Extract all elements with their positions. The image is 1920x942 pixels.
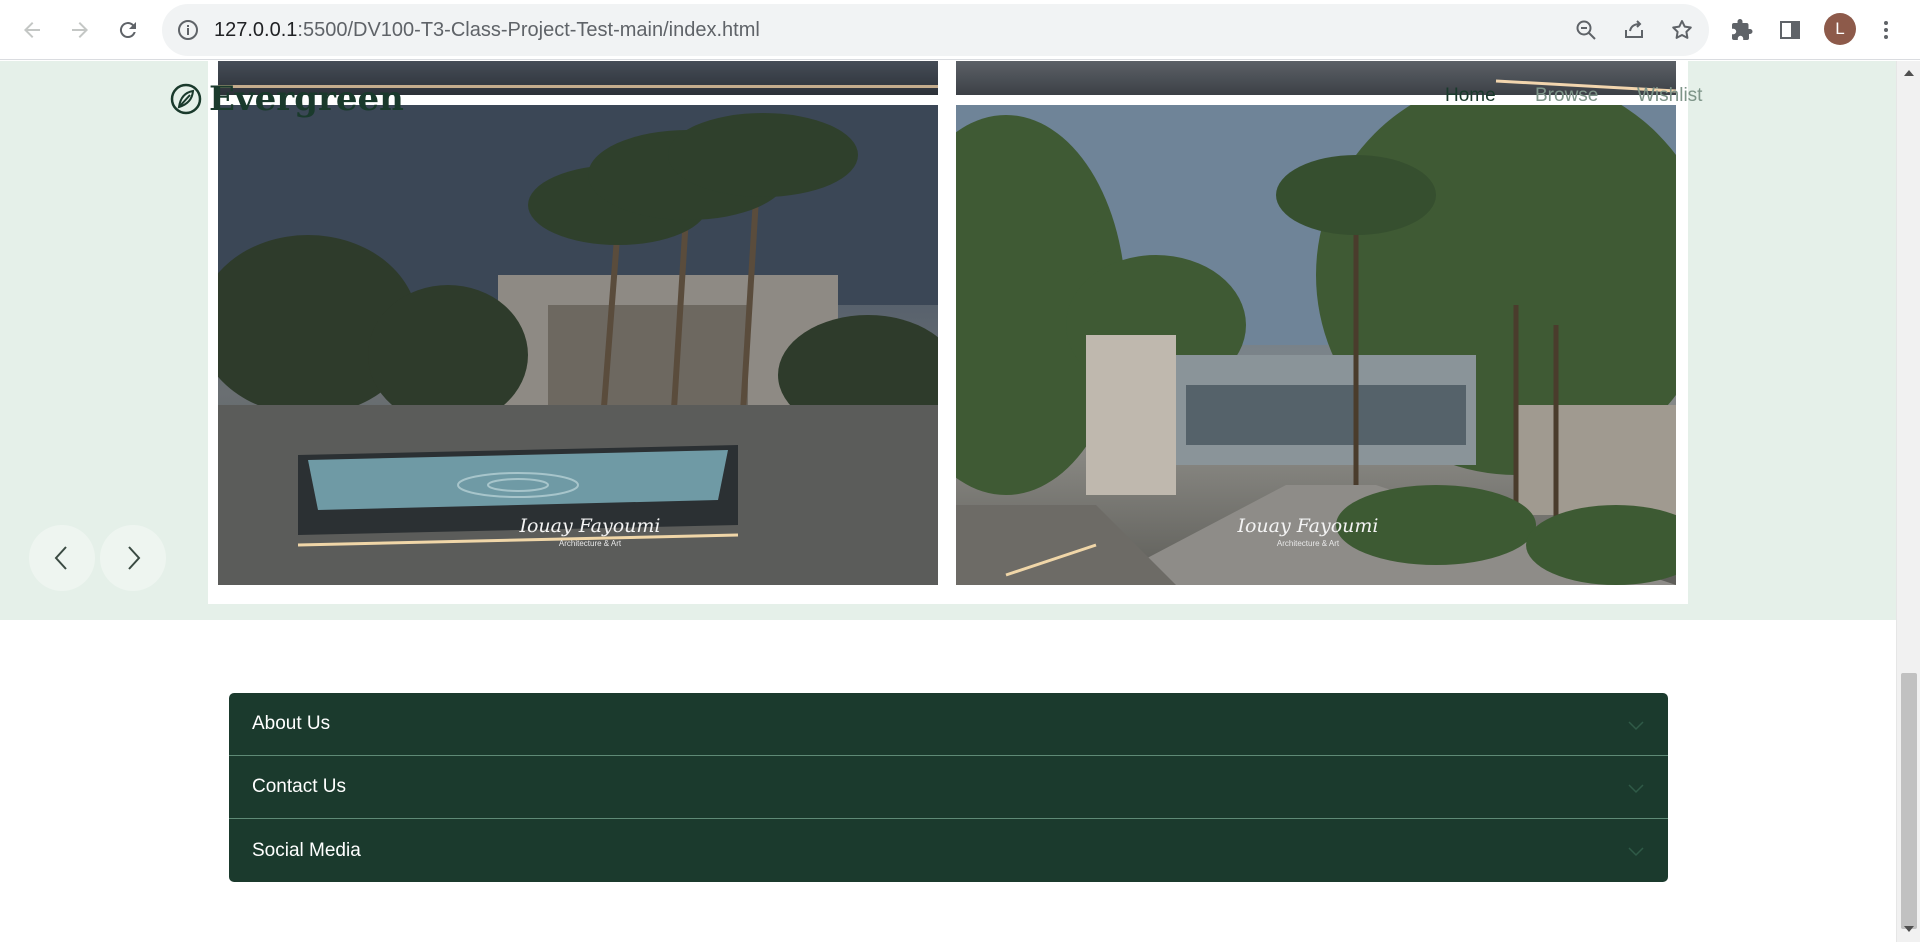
- accordion-item-social-media[interactable]: Social Media: [229, 819, 1668, 882]
- scroll-up-icon[interactable]: [1903, 67, 1915, 79]
- more-icon: [1884, 21, 1888, 39]
- profile-avatar[interactable]: L: [1824, 13, 1856, 45]
- accordion-label: About Us: [252, 713, 331, 734]
- reload-button[interactable]: [108, 10, 148, 50]
- page-viewport: Iouay Fayoumi Architecture & Art Iouay F…: [0, 61, 1896, 942]
- brand-name: Evergreen: [209, 79, 404, 119]
- more-menu-button[interactable]: [1872, 16, 1900, 44]
- gallery-image-pool: Iouay Fayoumi Architecture & Art: [218, 105, 938, 585]
- browser-toolbar: 127.0.0.1:5500/DV100-T3-Class-Project-Te…: [0, 0, 1920, 60]
- chevron-down-icon: [1628, 784, 1644, 794]
- site-logo[interactable]: Evergreen: [169, 79, 404, 119]
- star-icon[interactable]: [1670, 18, 1694, 42]
- leaf-logo-icon: [170, 83, 202, 115]
- back-icon: [24, 22, 40, 38]
- image-gallery: Iouay Fayoumi Architecture & Art Iouay F…: [208, 61, 1688, 604]
- carousel-next-button[interactable]: [100, 525, 166, 591]
- accordion-label: Social Media: [252, 839, 361, 861]
- chevron-down-icon: [1628, 721, 1644, 731]
- watermark-signature: Iouay Fayoumi Architecture & Art: [519, 515, 661, 548]
- nav-link-wishlist[interactable]: Wishlist: [1637, 85, 1702, 107]
- nav-link-home[interactable]: Home: [1445, 85, 1496, 107]
- carousel-prev-button[interactable]: [29, 525, 95, 591]
- forward-icon: [72, 22, 88, 38]
- side-panel-button[interactable]: [1776, 16, 1804, 44]
- url-text: 127.0.0.1:5500/DV100-T3-Class-Project-Te…: [214, 19, 760, 41]
- chevron-right-icon: [128, 546, 141, 570]
- share-icon[interactable]: [1622, 18, 1646, 42]
- extensions-icon: [1732, 19, 1753, 40]
- side-panel-icon: [1780, 21, 1800, 39]
- chevron-down-icon: [1628, 847, 1644, 857]
- address-bar[interactable]: 127.0.0.1:5500/DV100-T3-Class-Project-Te…: [162, 4, 1709, 56]
- reload-icon: [119, 22, 136, 39]
- accordion-item-contact-us[interactable]: Contact Us: [229, 756, 1668, 819]
- zoom-out-icon[interactable]: [1574, 18, 1598, 42]
- nav-link-browse[interactable]: Browse: [1535, 85, 1598, 107]
- hero-section: Iouay Fayoumi Architecture & Art Iouay F…: [0, 61, 1896, 620]
- forward-button[interactable]: [60, 10, 100, 50]
- accordion-label: Contact Us: [252, 776, 346, 797]
- extensions-button[interactable]: [1728, 16, 1756, 44]
- accordion-item-about-us[interactable]: About Us: [229, 693, 1668, 756]
- watermark-signature: Iouay Fayoumi Architecture & Art: [1237, 515, 1379, 548]
- footer-accordion: About Us Contact Us Social Media: [229, 693, 1668, 882]
- gallery-image-walkway: Iouay Fayoumi Architecture & Art: [956, 105, 1676, 585]
- info-icon[interactable]: [176, 18, 200, 42]
- chevron-left-icon: [54, 546, 67, 570]
- scroll-down-icon[interactable]: [1903, 923, 1915, 935]
- scroll-thumb[interactable]: [1901, 673, 1917, 929]
- back-button[interactable]: [12, 10, 52, 50]
- page-scrollbar[interactable]: [1896, 61, 1920, 942]
